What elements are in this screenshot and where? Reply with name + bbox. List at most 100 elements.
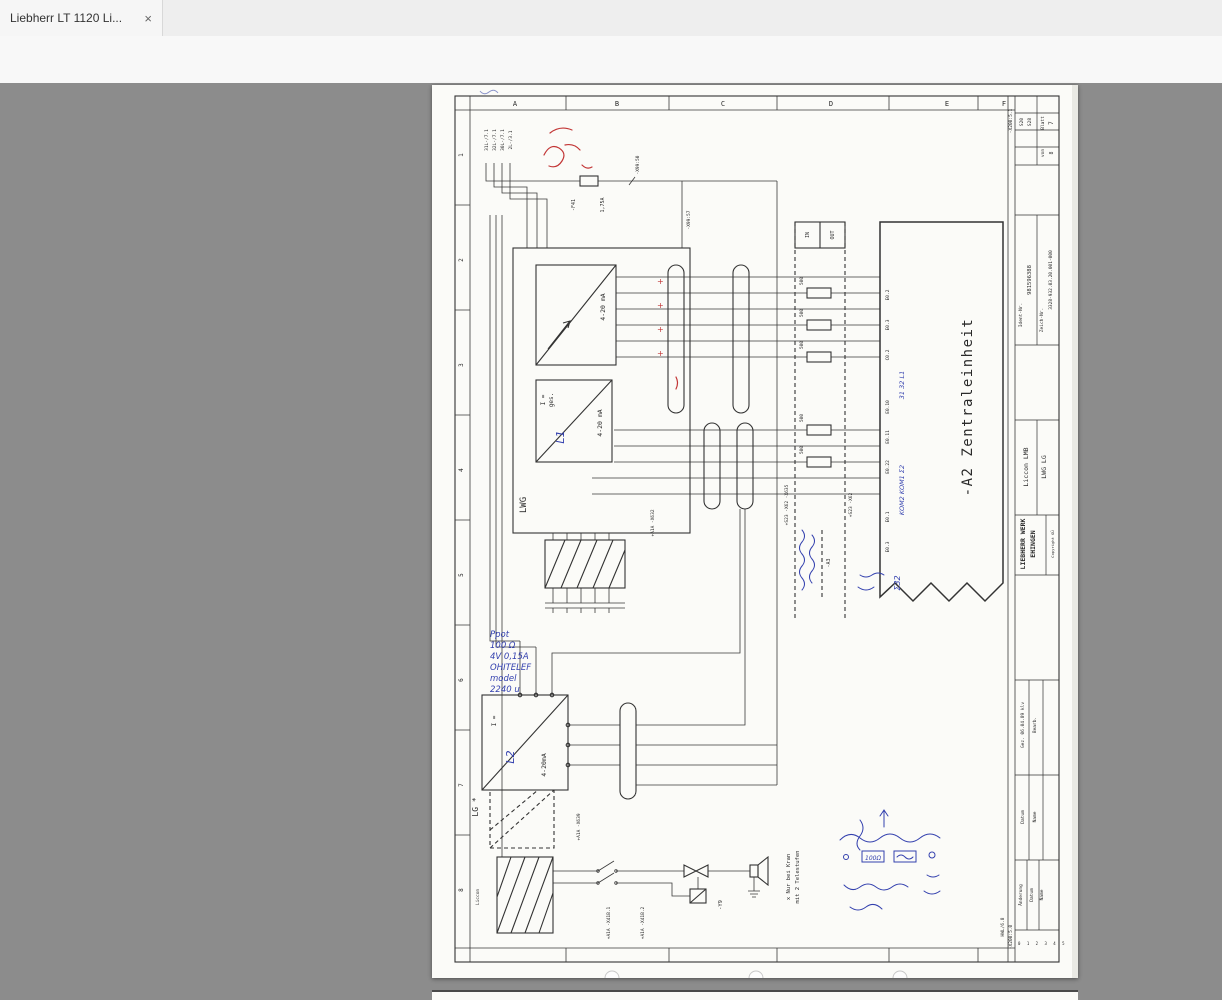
fuse-name: -F41 — [571, 199, 577, 211]
pdf-page-8-edge[interactable] — [432, 990, 1078, 1000]
tab-close-icon[interactable]: × — [144, 11, 152, 26]
resistor-value: 500 — [799, 414, 805, 422]
resistor-value: 500 — [799, 277, 805, 285]
grid-number: 6 — [458, 678, 465, 682]
io-label: E0.22 — [885, 460, 891, 474]
i-label: I = — [491, 715, 498, 726]
handwritten-a2-note: 31 32 L1 — [898, 371, 906, 399]
io-label: E0.1 — [885, 511, 891, 522]
grid-number: 2 — [458, 258, 465, 262]
range-label: 4-20 mA — [599, 293, 607, 320]
connector-oval-2 — [732, 264, 750, 414]
io-label: E0.11 — [885, 430, 891, 444]
bearb-label: Bearb. — [1032, 717, 1038, 733]
io-label: E0.3 — [885, 319, 891, 330]
zeich-label: Zeich-Nr. — [1039, 308, 1045, 332]
red-scribble — [675, 376, 679, 390]
io-label: C0.2 — [885, 349, 891, 360]
terminal-label: +A1A -X41B.1 — [606, 906, 612, 939]
grid-letter: F — [1002, 100, 1006, 108]
company-name: LIEBHERR WERK — [1019, 518, 1027, 569]
frame — [454, 95, 1060, 963]
hatch-block-upper — [544, 539, 626, 589]
handwritten-l1: L1 — [554, 430, 567, 443]
grid-letter: C — [721, 100, 725, 108]
document-tab[interactable]: Liebherr LT 1120 Li... × — [0, 0, 163, 36]
scale-row: 0 1 2 3 4 5 — [1018, 941, 1067, 946]
wire-label: 32L-/7.1 — [492, 129, 498, 151]
io-label: E0.3 — [885, 541, 891, 552]
handwritten-sigma32: Σ32 — [893, 575, 902, 590]
resistor-value: 500 — [799, 446, 805, 454]
crossref-label: -X200:5.1 — [1008, 109, 1014, 134]
dashed-subbox — [489, 789, 555, 849]
horn-symbol — [749, 864, 759, 878]
connector-oval-5 — [619, 702, 637, 800]
copyright: Copyright GÜ — [1050, 530, 1055, 558]
red-plus-mark: + — [657, 301, 664, 310]
a2-title: -A2 Zentraleinheit — [960, 318, 976, 497]
lwg-label: LWG — [519, 497, 529, 513]
valve-symbol — [683, 864, 698, 878]
wire-label: 30L-/7.1 — [500, 129, 506, 151]
red-plus-mark: + — [657, 277, 664, 286]
handwritten-note-line: model — [490, 674, 517, 684]
connector-oval-4 — [736, 422, 754, 510]
punch-holes — [604, 970, 908, 978]
terminal-label: +A1A -X632 — [650, 509, 656, 536]
von-value: 8 — [1049, 151, 1055, 154]
scan-edge-shadow — [1072, 85, 1078, 978]
wires — [485, 163, 880, 898]
system-name: LWG LG — [1040, 455, 1048, 479]
components — [481, 175, 1004, 934]
handwritten-note-line: OHITELEF — [490, 663, 531, 673]
out-label: OUT — [830, 230, 836, 239]
star-note: mit 2 Telestufen — [795, 851, 801, 904]
in-label: IN — [805, 232, 811, 238]
blatt-label: Blatt — [1040, 116, 1046, 130]
ident-value: 981596388 — [1027, 265, 1033, 295]
schematic-drawing: A B C D E F 1 2 3 4 5 6 7 8 31L-/7.1 32L… — [454, 85, 1078, 978]
blatt-value: 7 — [1048, 121, 1055, 125]
handwritten-note-line: Ppot — [490, 630, 510, 640]
grid-letter: B — [615, 100, 619, 108]
tab-bar: Liebherr LT 1120 Li... × — [0, 0, 1222, 37]
resistor — [806, 319, 832, 331]
connector-oval-3 — [703, 422, 721, 510]
a3-label: -A3 — [826, 558, 832, 567]
terminal-label: +A1A -X639 — [576, 813, 582, 840]
pdf-page-7[interactable]: A B C D E F 1 2 3 4 5 6 7 8 31L-/7.1 32L… — [432, 85, 1078, 978]
red-plus-mark: + — [657, 325, 664, 334]
io-label: E0.2 — [885, 289, 891, 300]
rev-label: S28 — [1027, 118, 1033, 126]
handwritten-a2-note: KOM2 KOM1 Σ2 — [898, 465, 906, 515]
grid-number: 7 — [458, 783, 465, 787]
handwritten-annotations: + + + + L1 L2 Σ32 31 32 L1 KOM2 KOM1 Σ2 … — [479, 89, 941, 911]
resistor — [806, 424, 832, 436]
terminal-label: -X99:57 — [686, 210, 692, 229]
handwritten-l2: L2 — [504, 750, 517, 763]
project-name: Liccon LMB — [1022, 447, 1030, 486]
rev-label: S20 — [1019, 118, 1025, 126]
grid-number: 4 — [458, 468, 465, 472]
handwritten-note-line: 4V 0,15A — [490, 652, 529, 662]
y9-label: -Y9 — [718, 900, 724, 910]
handwritten-note-line: 100 Ω — [490, 641, 516, 651]
wire-label: 31L-/7.1 — [484, 129, 490, 151]
pin-labels: +S23 -X62 — [848, 493, 854, 518]
range-label: 4-20mA — [540, 753, 548, 777]
blue-scribble-column — [799, 529, 885, 591]
i-label: I = — [540, 394, 547, 405]
grid-number: 8 — [458, 888, 465, 892]
handwritten-note-line: 2240 u — [490, 685, 520, 695]
grid-number: 3 — [458, 363, 465, 367]
zeich-value: 3328-932.03.20.001-000 — [1048, 250, 1054, 310]
company-city: EHINGEN — [1029, 530, 1037, 557]
schematic-labels: 31L-/7.1 32L-/7.1 30L-/7.1 2L-/3.1 -F41 … — [471, 109, 1014, 950]
pin-labels: +S23 -X62 -X635 — [784, 484, 790, 525]
ident-label: Ident-Nr. — [1018, 303, 1024, 327]
resistor-value: 500 — [799, 341, 805, 349]
resistor — [806, 351, 832, 363]
red-scribble — [543, 127, 593, 169]
resistor-value: 500 — [799, 309, 805, 317]
